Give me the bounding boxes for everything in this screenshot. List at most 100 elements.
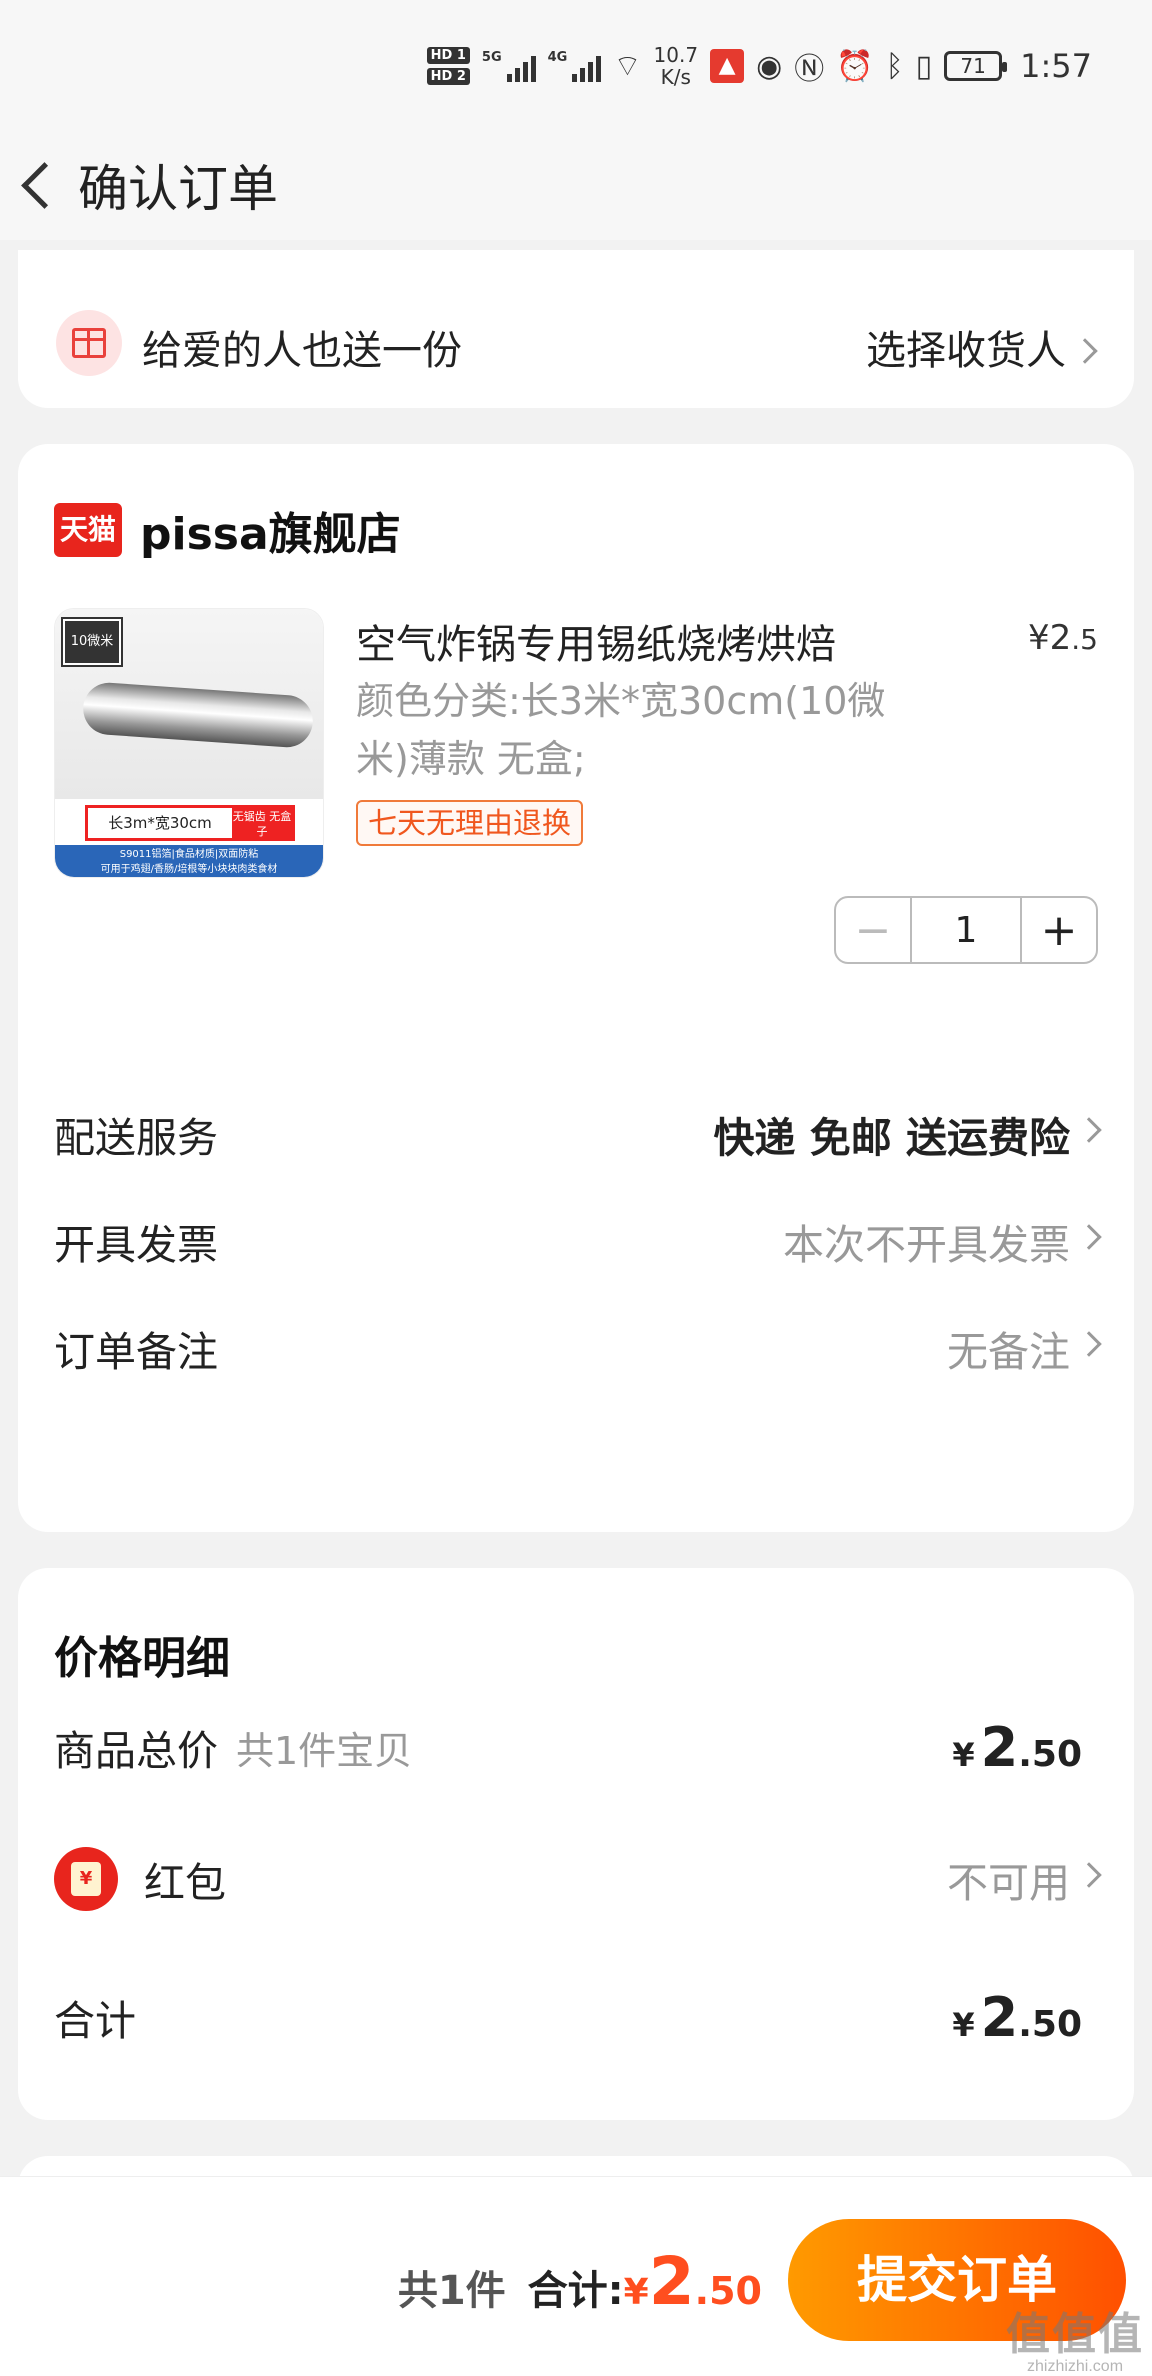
vibrate-icon: ▯ (915, 48, 933, 84)
network-speed-unit: K/s (660, 65, 691, 89)
store-name: pissa旗舰店 (140, 509, 401, 560)
product-title[interactable]: 空气炸锅专用锡纸烧烤烘焙 (356, 612, 916, 670)
invoice-value-text: 本次不开具发票 (783, 1221, 1070, 1269)
goods-total-label: 商品总价 (54, 1727, 218, 1775)
chevron-right-icon (1072, 338, 1098, 364)
tmall-logo: 天猫 (54, 503, 122, 557)
red-packet-icon: ¥ (54, 1847, 118, 1911)
product-image-footer-line1: S9011铝箔|食品材质|双面防粘 (119, 849, 259, 860)
chevron-right-icon (1076, 1862, 1102, 1888)
page-title: 确认订单 (78, 160, 278, 218)
goods-total-currency: ¥ (952, 1735, 975, 1774)
red-packet-label: 红包 (144, 1859, 226, 1907)
product-image-label: 长3m*宽30cm 无锯齿 无盒子 (85, 805, 295, 841)
product-price-currency: ¥ (1028, 618, 1050, 658)
invoice-label: 开具发票 (54, 1221, 218, 1269)
bottom-total-dec: .50 (694, 2269, 762, 2313)
product-spec-line2: 米)薄款 无盒; (356, 737, 586, 781)
signal-4g-icon: 4G (548, 50, 602, 82)
price-detail-title: 价格明细 (54, 1633, 230, 1684)
delivery-service-value-text: 快递 免邮 送运费险 (713, 1114, 1070, 1162)
submit-order-button[interactable]: 提交订单 (788, 2219, 1126, 2341)
total-amount: ¥2.50 (952, 1986, 1082, 2049)
bluetooth-icon: ᛒ (885, 48, 904, 84)
battery-icon: 71 (944, 51, 1008, 81)
app-notification-icon: ▲ (710, 49, 745, 83)
order-note-row[interactable]: 订单备注 无备注 (54, 1308, 1102, 1388)
title-bar: 确认订单 (0, 130, 1152, 240)
status-icons: HD 1 HD 2 5G 4G ⌔ 10.7 K/s ▲ ◉ Ⓝ ⏰ ᛒ ▯ 7… (426, 36, 1092, 96)
status-bar: HD 1 HD 2 5G 4G ⌔ 10.7 K/s ▲ ◉ Ⓝ ⏰ ᛒ ▯ 7… (0, 0, 1152, 130)
goods-total-amount: ¥2.50 (952, 1716, 1082, 1779)
bottom-total-amount: ¥2.50 (624, 2243, 762, 2320)
total-left: 合计 (54, 1987, 136, 2047)
bottom-bar: 共1件 合计: ¥2.50 提交订单 (0, 2176, 1152, 2376)
goods-count: 共1件宝贝 (236, 1728, 413, 1773)
product-price-int: 2 (1049, 618, 1072, 658)
product-price-dec: .5 (1071, 623, 1098, 656)
signal-5g-icon: 5G (482, 50, 536, 82)
wifi-icon: ⌔ (613, 49, 642, 84)
hd1-label: HD 1 (426, 47, 470, 64)
order-summary: 共1件 合计: ¥2.50 (398, 2243, 762, 2320)
quantity-plus-button[interactable]: + (1020, 898, 1096, 962)
gift-card: 给爱的人也送一份 选择收货人 (18, 250, 1134, 408)
network-speed: 10.7 K/s (654, 44, 699, 88)
select-recipient-label: 选择收货人 (866, 328, 1066, 374)
total-currency: ¥ (952, 2005, 975, 2044)
red-packet-row[interactable]: ¥ 红包 不可用 (54, 1844, 1102, 1914)
gift-icon (56, 310, 122, 376)
quantity-value[interactable]: 1 (912, 898, 1020, 962)
invoice-row[interactable]: 开具发票 本次不开具发票 (54, 1201, 1102, 1281)
bottom-total-int: 2 (648, 2243, 695, 2320)
eye-icon: ◉ (756, 48, 783, 84)
delivery-service-label: 配送服务 (54, 1114, 218, 1162)
product-spec[interactable]: 颜色分类:长3米*宽30cm(10微 米)薄款 无盒; (356, 672, 976, 788)
clock: 1:57 (1020, 47, 1092, 85)
signal-5g-label: 5G (481, 50, 502, 65)
quantity-minus-button[interactable]: − (836, 898, 912, 962)
product-price: ¥2.5 (1028, 618, 1098, 658)
network-speed-value: 10.7 (653, 43, 699, 67)
gift-text: 给爱的人也送一份 (142, 328, 462, 374)
red-packet-value-text: 不可用 (947, 1859, 1070, 1907)
goods-total-left: 商品总价 共1件宝贝 (54, 1717, 412, 1777)
total-dec: .50 (1018, 2003, 1082, 2045)
alarm-icon: ⏰ (836, 48, 874, 84)
hd-indicator: HD 1 HD 2 (426, 47, 470, 85)
nfc-icon: Ⓝ (794, 52, 825, 87)
total-label: 合计 (54, 1997, 136, 2045)
chevron-right-icon (1076, 1224, 1102, 1250)
total-row: 合计 ¥2.50 (54, 1982, 1082, 2052)
select-recipient-button[interactable]: 选择收货人 (866, 318, 1098, 376)
red-packet-value: 不可用 (947, 1849, 1102, 1909)
red-packet-left: ¥ 红包 (54, 1847, 226, 1911)
back-arrow-icon[interactable] (6, 135, 76, 235)
product-image-label-side: 无锯齿 无盒子 (232, 808, 292, 838)
total-int: 2 (980, 1985, 1019, 2049)
delivery-service-value: 快递 免邮 送运费险 (713, 1104, 1102, 1164)
store-header[interactable]: 天猫 pissa旗舰店 (54, 498, 401, 562)
product-image-tag: 10微米 (61, 617, 123, 667)
bottom-total-label: 合计: (527, 2268, 624, 2314)
goods-total-dec: .50 (1018, 1733, 1082, 1775)
order-note-label: 订单备注 (54, 1328, 218, 1376)
product-image-footer-line2: 可用于鸡翅/香肠/培根等小块块肉类食材 (100, 864, 278, 875)
bottom-total-currency: ¥ (623, 2272, 649, 2313)
order-note-value: 无备注 (947, 1318, 1102, 1378)
product-spec-line1: 颜色分类:长3米*宽30cm(10微 (356, 679, 886, 723)
return-policy-badge: 七天无理由退换 (356, 800, 584, 846)
hd2-label: HD 2 (426, 68, 470, 85)
battery-level: 71 (960, 54, 986, 78)
delivery-service-row[interactable]: 配送服务 快递 免邮 送运费险 (54, 1094, 1102, 1174)
order-note-value-text: 无备注 (947, 1328, 1070, 1376)
goods-total-row: 商品总价 共1件宝贝 ¥2.50 (54, 1712, 1082, 1782)
price-detail-card: 价格明细 商品总价 共1件宝贝 ¥2.50 ¥ 红包 不可用 合计 ¥2.50 (18, 1568, 1134, 2120)
product-image[interactable]: 10微米 长3m*宽30cm 无锯齿 无盒子 S9011铝箔|食品材质|双面防粘… (54, 608, 324, 878)
invoice-value: 本次不开具发票 (783, 1211, 1102, 1271)
product-image-footer: S9011铝箔|食品材质|双面防粘 可用于鸡翅/香肠/培根等小块块肉类食材 (55, 845, 323, 877)
goods-total-int: 2 (980, 1715, 1019, 1779)
quantity-stepper: − 1 + (834, 896, 1098, 964)
red-packet-icon-symbol: ¥ (71, 1862, 101, 1896)
item-count: 共1件 (397, 2268, 506, 2314)
